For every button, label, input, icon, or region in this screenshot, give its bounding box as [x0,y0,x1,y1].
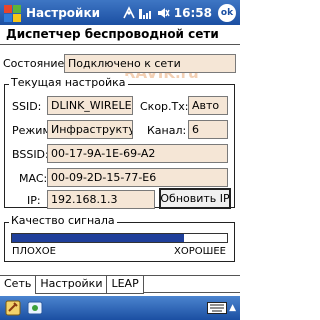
clock[interactable]: 16:58 [174,6,212,20]
ip-field: 192.168.1.3 [47,190,155,209]
refresh-ip-button[interactable]: Обновить IP [159,188,231,209]
signal-low-label: ПЛОХОЕ [12,246,56,257]
tab-strip-filler [143,276,240,293]
signal-high-label: ХОРОШЕЕ [174,246,226,257]
mode-field: Инфраструктура [47,120,133,139]
tx-speed-label: Скор.Тх: [140,100,189,113]
status-field: Подключено к сети [64,54,236,73]
page-title: Диспетчер беспроводной сети [6,27,219,41]
tx-speed-field: Авто [188,96,228,115]
tab-leap[interactable]: LEAP [107,276,144,294]
app-title: Настройки [26,5,101,20]
ssid-field: DLINK_WIRELESS [47,96,133,115]
tool-icon[interactable] [4,299,22,317]
signal-quality-fill [12,234,184,242]
keyboard-icon[interactable]: ▲ [207,302,236,314]
current-settings-caption: Текущая настройка [9,76,128,89]
signal-quality-caption: Качество сигнала [9,214,117,227]
bssid-field: 00-17-9A-1E-69-A2 [47,144,228,163]
mac-label: MAC: [19,172,48,185]
channel-field: 6 [188,120,228,139]
connectivity-icon[interactable] [122,5,136,20]
tab-settings[interactable]: Настройки [36,276,108,294]
tab-network[interactable]: Сеть [0,276,37,294]
windows-start-icon[interactable] [2,3,22,23]
signal-icon[interactable] [138,6,154,20]
volume-mute-icon[interactable] [156,6,170,20]
ip-label: IP: [27,194,41,207]
bottom-bar: ▲ [0,296,240,320]
ok-button[interactable]: ok [218,3,236,22]
mac-field: 00-09-2D-15-77-E6 [47,168,228,187]
chevron-up-icon[interactable]: ▲ [229,303,236,313]
title-bar: Настройки 16:58 ok [0,0,240,25]
tab-strip: Сеть Настройки LEAP [0,275,240,294]
system-tray: 16:58 ok [122,3,236,22]
title-divider [0,44,240,45]
status-label: Состояние: [3,57,69,70]
bssid-label: BSSID: [12,148,49,161]
ssid-label: SSID: [12,100,42,113]
signal-quality-bar [11,233,228,243]
network-app-icon[interactable] [26,299,44,317]
channel-label: Канал: [147,124,187,137]
